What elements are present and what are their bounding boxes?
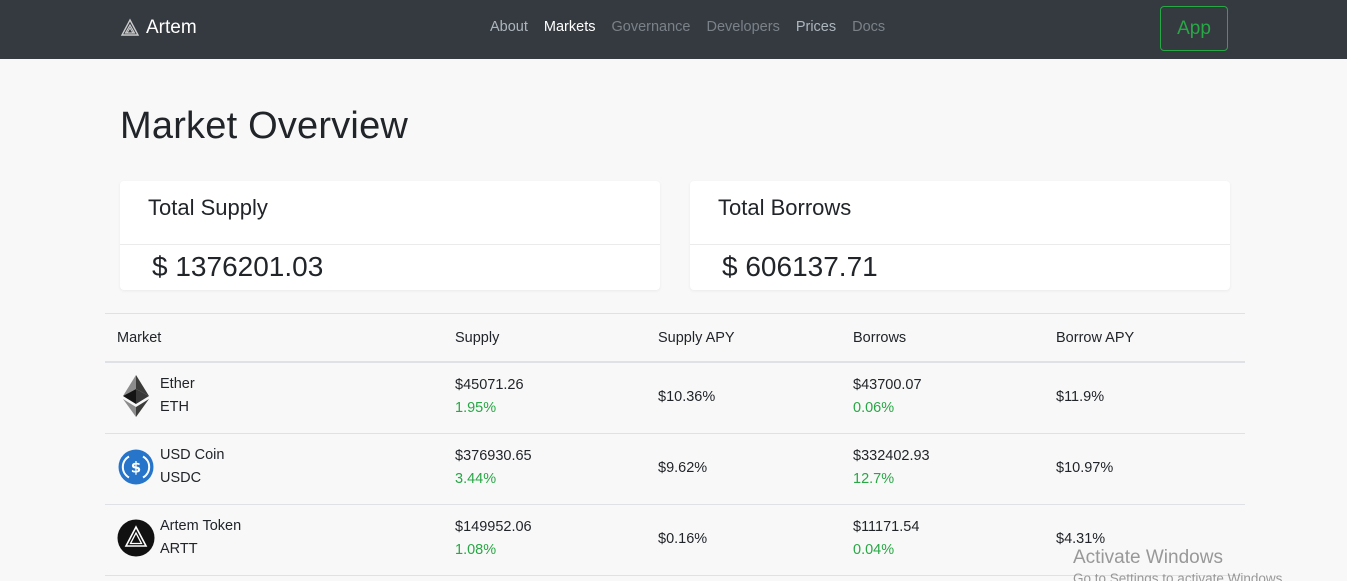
supply-value: $149952.06	[455, 519, 532, 535]
market-name: USD Coin	[160, 447, 225, 463]
supply-change: 1.95%	[455, 400, 497, 416]
artem-token-icon	[117, 516, 155, 560]
market-symbol: USDC	[160, 470, 202, 486]
nav-markets[interactable]: Markets	[544, 19, 596, 35]
markets-table: Market Supply Supply APY Borrows Borrow …	[105, 313, 1245, 576]
supply-cell: $149952.06 1.08%	[455, 516, 532, 562]
ether-icon	[117, 374, 155, 418]
total-supply-title: Total Supply	[120, 181, 660, 245]
page-title: Market Overview	[120, 105, 409, 147]
nav-developers[interactable]: Developers	[706, 19, 779, 35]
total-supply-card: Total Supply $ 1376201.03	[120, 181, 660, 290]
market-symbol: ETH	[160, 399, 189, 415]
header-borrow-apy: Borrow APY	[1056, 330, 1135, 346]
total-supply-value: $ 1376201.03	[152, 251, 324, 282]
borrows-value: $332402.93	[853, 448, 930, 464]
nav-docs[interactable]: Docs	[852, 19, 885, 35]
brand-logo-link[interactable]: Artem	[120, 17, 197, 39]
total-borrows-title: Total Borrows	[690, 181, 1230, 245]
borrow-apy-value: $11.9%	[1056, 389, 1105, 405]
borrows-value: $43700.07	[853, 377, 922, 393]
supply-apy-value: $0.16%	[658, 531, 708, 547]
supply-cell: $45071.26 1.95%	[455, 374, 524, 420]
watermark-subtitle: Go to Settings to activate Windows.	[1073, 571, 1287, 581]
header-supply: Supply	[455, 330, 500, 346]
borrows-cell: $332402.93 12.7%	[853, 445, 930, 491]
supply-value: $376930.65	[455, 448, 532, 464]
supply-change: 3.44%	[455, 471, 497, 487]
borrows-change: 0.06%	[853, 400, 895, 416]
brand-name: Artem	[146, 17, 197, 38]
main-nav: About Markets Governance Developers Pric…	[490, 19, 885, 35]
market-cell: Ether ETH	[117, 373, 195, 419]
market-name: Ether	[160, 376, 195, 392]
borrows-change: 12.7%	[853, 471, 895, 487]
borrows-change: 0.04%	[853, 542, 895, 558]
borrows-value: $11171.54	[853, 519, 920, 535]
header-market: Market	[117, 330, 162, 346]
market-cell: $ USD Coin USDC	[117, 444, 224, 490]
table-header: Market Supply Supply APY Borrows Borrow …	[105, 314, 1245, 363]
watermark-title: Activate Windows	[1073, 547, 1223, 568]
nav-governance[interactable]: Governance	[611, 19, 690, 35]
table-row[interactable]: Ether ETH $45071.26 1.95% $10.36% $43700…	[105, 363, 1245, 434]
market-cell: Artem Token ARTT	[117, 515, 241, 561]
top-navbar: Artem About Markets Governance Developer…	[0, 0, 1347, 59]
borrow-apy-value: $10.97%	[1056, 460, 1114, 476]
usdc-icon: $	[117, 445, 155, 489]
activate-windows-watermark: Activate Windows Go to Settings to activ…	[1073, 547, 1286, 581]
borrows-cell: $11171.54 0.04%	[853, 516, 919, 562]
market-name: Artem Token	[160, 518, 242, 534]
supply-apy-value: $10.36%	[658, 389, 716, 405]
total-borrows-card: Total Borrows $ 606137.71	[690, 181, 1230, 290]
nav-about[interactable]: About	[490, 19, 528, 35]
app-button[interactable]: App	[1160, 6, 1228, 51]
table-row[interactable]: $ USD Coin USDC $376930.65 3.44% $9.62% …	[105, 434, 1245, 505]
svg-text:$: $	[131, 459, 141, 477]
supply-value: $45071.26	[455, 377, 524, 393]
supply-apy-value: $9.62%	[658, 460, 708, 476]
artem-logo-icon	[120, 18, 140, 36]
supply-change: 1.08%	[455, 542, 497, 558]
total-borrows-value: $ 606137.71	[722, 251, 878, 282]
market-symbol: ARTT	[160, 541, 198, 557]
header-supply-apy: Supply APY	[658, 330, 735, 346]
borrows-cell: $43700.07 0.06%	[853, 374, 922, 420]
header-borrows: Borrows	[853, 330, 907, 346]
borrow-apy-value: $4.31%	[1056, 531, 1106, 547]
nav-prices[interactable]: Prices	[796, 19, 836, 35]
supply-cell: $376930.65 3.44%	[455, 445, 532, 491]
